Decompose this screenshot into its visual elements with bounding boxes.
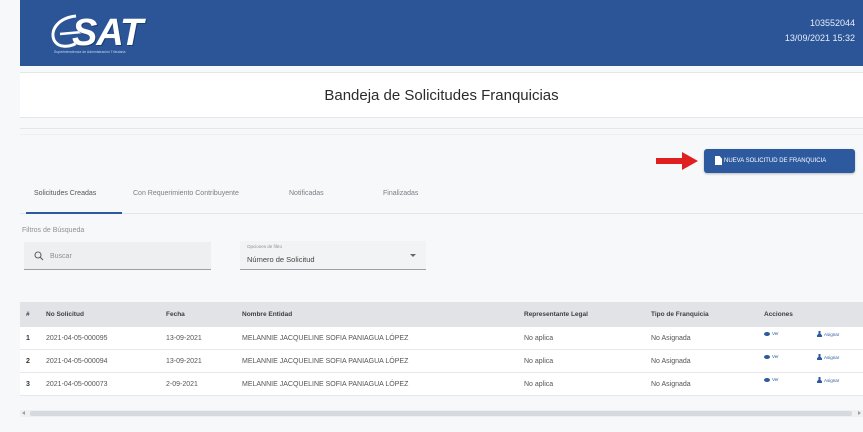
scrollbar-thumb[interactable]: [30, 411, 852, 416]
tab-finalized[interactable]: Finalizadas: [383, 190, 418, 197]
page-title: Bandeja de Solicitudes Franquicias: [324, 87, 559, 104]
header-date: Fecha: [166, 311, 185, 318]
divider: [20, 128, 863, 129]
tab-notified[interactable]: Notificadas: [289, 190, 324, 197]
user-icon: [817, 354, 822, 360]
view-button[interactable]: Ver: [764, 331, 779, 336]
entity-name: MELANNIE JACQUELINE SOFIA PANIAGUA LÓPEZ: [242, 335, 409, 342]
request-no: 2021-04-05-000073: [46, 381, 108, 388]
legal-rep: No aplica: [524, 335, 554, 342]
table-row: 2 2021-04-05-000094 13-09-2021 MELANNIE …: [20, 350, 863, 373]
header-actions: Acciones: [764, 311, 793, 318]
search-icon: [34, 251, 44, 261]
view-button[interactable]: Ver: [764, 354, 779, 359]
franchise-type: No Asignada: [651, 358, 691, 365]
table-row: 1 2021-04-05-000095 13-09-2021 MELANNIE …: [20, 327, 863, 350]
select-value: Número de Solicitud: [247, 255, 315, 264]
header-type: Tipo de Franquicia: [651, 311, 709, 318]
tab-bar: Solicitudes Creadas Con Requerimiento Co…: [20, 184, 863, 214]
franchise-type: No Asignada: [651, 335, 691, 342]
document-icon: [715, 156, 722, 165]
session-datetime: 13/09/2021 15:32: [784, 33, 855, 43]
view-label: Ver: [772, 377, 779, 382]
assign-label: Asignar: [824, 331, 840, 337]
request-date: 13-09-2021: [166, 335, 202, 342]
search-field[interactable]: [24, 242, 211, 270]
page: SAT Superintendencia de Administración T…: [0, 0, 863, 432]
requests-table: # No Solicitud Fecha Nombre Entidad Repr…: [20, 302, 863, 396]
view-button[interactable]: Ver: [764, 377, 779, 382]
assign-label: Asignar: [824, 377, 840, 383]
eye-icon: [764, 354, 770, 359]
legal-rep: No aplica: [524, 381, 554, 388]
table-row: 3 2021-04-05-000073 2-09-2021 MELANNIE J…: [20, 373, 863, 396]
user-icon: [817, 331, 822, 337]
select-label: Opciones de filtro: [247, 244, 283, 249]
divider: [20, 134, 863, 135]
title-card: Bandeja de Solicitudes Franquicias: [20, 72, 863, 118]
assign-button[interactable]: Asignar: [817, 331, 839, 337]
request-no: 2021-04-05-000094: [46, 358, 108, 365]
row-index: 2: [26, 358, 30, 365]
red-arrow-icon: [656, 152, 698, 170]
entity-name: MELANNIE JACQUELINE SOFIA PANIAGUA LÓPEZ: [242, 381, 409, 388]
new-franchise-request-button[interactable]: NUEVA SOLICITUD DE FRANQUICIA: [704, 149, 855, 173]
assign-button[interactable]: Asignar: [817, 354, 839, 360]
header-legal-rep: Representante Legal: [524, 311, 588, 318]
franchise-type: No Asignada: [651, 381, 691, 388]
header-entity: Nombre Entidad: [242, 311, 293, 318]
user-icon: [817, 377, 822, 383]
view-label: Ver: [772, 331, 779, 336]
horizontal-scrollbar[interactable]: [20, 410, 863, 417]
header-request-no: No Solicitud: [46, 311, 84, 318]
legal-rep: No aplica: [524, 358, 554, 365]
user-id: 103552044: [809, 18, 855, 28]
entity-name: MELANNIE JACQUELINE SOFIA PANIAGUA LÓPEZ: [242, 358, 409, 365]
assign-label: Asignar: [824, 354, 840, 360]
table-header: # No Solicitud Fecha Nombre Entidad Repr…: [20, 302, 863, 327]
new-request-label: NUEVA SOLICITUD DE FRANQUICIA: [724, 158, 827, 164]
header-index: #: [26, 311, 30, 318]
request-date: 2-09-2021: [166, 381, 198, 388]
row-index: 3: [26, 381, 30, 388]
view-label: Ver: [772, 354, 779, 359]
scroll-right-icon[interactable]: [858, 411, 861, 415]
filter-option-select[interactable]: Opciones de filtro Número de Solicitud: [240, 241, 426, 270]
eye-icon: [764, 331, 770, 336]
tab-taxpayer-requirement[interactable]: Con Requerimiento Contribuyente: [133, 190, 239, 197]
sat-logo[interactable]: SAT Superintendencia de Administración T…: [48, 12, 198, 56]
scroll-left-icon[interactable]: [22, 411, 25, 415]
filters-label: Filtros de Búsqueda: [22, 227, 85, 234]
active-tab-indicator: [26, 212, 122, 214]
eye-icon: [764, 377, 770, 382]
chevron-down-icon: [410, 254, 416, 257]
logo-text: SAT: [72, 12, 143, 54]
row-index: 1: [26, 335, 30, 342]
user-session-info: 103552044 13/09/2021 15:32: [785, 16, 855, 46]
search-input[interactable]: [50, 248, 200, 264]
tab-created-requests[interactable]: Solicitudes Creadas: [34, 190, 96, 197]
app-header: SAT Superintendencia de Administración T…: [20, 0, 863, 66]
logo-subtitle: Superintendencia de Administración Tribu…: [54, 50, 126, 54]
request-date: 13-09-2021: [166, 358, 202, 365]
request-no: 2021-04-05-000095: [46, 335, 108, 342]
assign-button[interactable]: Asignar: [817, 377, 839, 383]
